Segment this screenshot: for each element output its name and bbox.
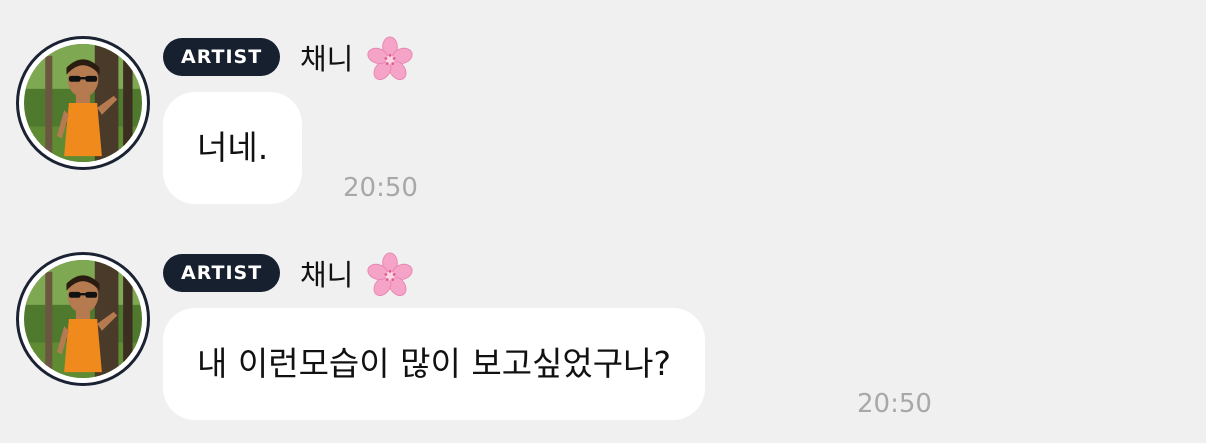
avatar-photo [24,260,142,378]
avatar-photo [24,44,142,162]
cherry-blossom-icon [367,252,413,298]
message-bubble[interactable]: 너네. [163,92,303,204]
artist-badge: ARTIST [163,38,281,76]
sender-name: 채니 [300,258,354,292]
cherry-blossom-icon [367,36,413,82]
message-bubble[interactable]: 내 이런모습이 많이 보고싶었구나? [163,308,706,420]
artist-badge: ARTIST [163,254,281,292]
sender-name-row: 채니 [300,36,413,82]
sender-name-row: 채니 [300,252,413,298]
chat-message: ARTIST 채니 [0,0,1206,216]
avatar[interactable] [16,36,150,170]
sender-name: 채니 [300,42,354,76]
chat-message: ARTIST 채니 [0,216,1206,432]
message-timestamp: 20:50 [343,173,418,203]
message-timestamp: 20:50 [857,389,932,419]
avatar[interactable] [16,252,150,386]
